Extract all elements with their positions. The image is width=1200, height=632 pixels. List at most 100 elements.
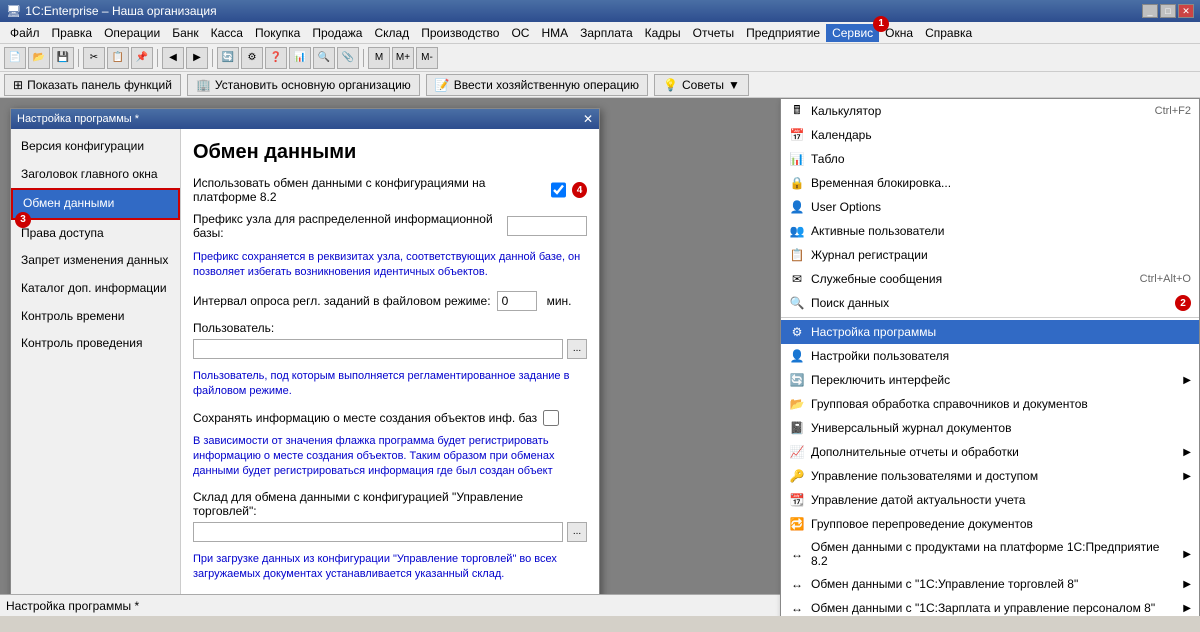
dialog-title: Настройка программы *	[17, 113, 139, 125]
show-panel-button[interactable]: ⊞ Показать панель функций	[4, 74, 181, 96]
menu-service[interactable]: Сервис 1	[826, 24, 879, 42]
left-item-exchange[interactable]: Обмен данными 3	[11, 188, 180, 220]
lock-icon: 🔒	[789, 175, 805, 191]
dm-user-settings[interactable]: 👤 Настройки пользователя	[781, 344, 1199, 368]
title-bar-text: 🖥 1C:Enterprise – Наша организация	[6, 4, 217, 18]
tablo-icon: 📊	[789, 151, 805, 167]
dm-active-users[interactable]: 👥 Активные пользователи	[781, 219, 1199, 243]
user-input[interactable]	[193, 339, 563, 359]
warehouse-browse-button[interactable]: ...	[567, 522, 587, 542]
prefix-row: Префикс узла для распределенной информац…	[193, 212, 587, 240]
dialog-close-button[interactable]: ✕	[583, 112, 593, 126]
menu-purchase[interactable]: Покупка	[249, 24, 306, 42]
dm-calculator[interactable]: 🖩 Калькулятор Ctrl+F2	[781, 99, 1199, 123]
universal-journal-icon: 📓	[789, 420, 805, 436]
dialog-body: Версия конфигурации Заголовок главного о…	[11, 129, 599, 616]
tb-extra2[interactable]: ⚙	[241, 47, 263, 69]
tb-copy[interactable]: 📋	[107, 47, 129, 69]
dm-search[interactable]: 🔍 Поиск данных 2	[781, 291, 1199, 315]
left-item-version[interactable]: Версия конфигурации	[11, 133, 180, 161]
main-area: Настройка программы * ✕ Версия конфигура…	[0, 98, 1200, 616]
menu-file[interactable]: Файл	[4, 24, 46, 42]
menu-edit[interactable]: Правка	[46, 24, 99, 42]
exchange1-icon: ↔	[789, 546, 805, 562]
tb-cut[interactable]: ✂	[83, 47, 105, 69]
dm-user-options[interactable]: 👤 User Options	[781, 195, 1199, 219]
menu-os[interactable]: ОС	[505, 24, 535, 42]
tb-mplus[interactable]: M+	[392, 47, 414, 69]
left-item-ban[interactable]: Запрет изменения данных	[11, 247, 180, 275]
dm-exchange3[interactable]: ↔ Обмен данными с "1С:Зарплата и управле…	[781, 596, 1199, 616]
menu-production[interactable]: Производство	[415, 24, 505, 42]
use-exchange-checkbox[interactable]	[551, 182, 566, 198]
tb-back[interactable]: ◀	[162, 47, 184, 69]
menu-reports[interactable]: Отчеты	[687, 24, 740, 42]
tb-new[interactable]: 📄	[4, 47, 26, 69]
tb-extra1[interactable]: 🔄	[217, 47, 239, 69]
menu-hr[interactable]: Кадры	[639, 24, 687, 42]
left-item-rights[interactable]: Права доступа	[11, 220, 180, 248]
org-icon: 🏢	[196, 78, 211, 92]
menu-warehouse[interactable]: Склад	[368, 24, 415, 42]
left-item-catalog[interactable]: Каталог доп. информации	[11, 275, 180, 303]
warehouse-input[interactable]	[193, 522, 563, 542]
user-label: Пользователь:	[193, 321, 274, 335]
save-info-row: Сохранять информацию о месте создания об…	[193, 410, 587, 426]
user-browse-button[interactable]: ...	[567, 339, 587, 359]
tb-save[interactable]: 💾	[52, 47, 74, 69]
interval-input[interactable]	[497, 291, 537, 311]
enter-operation-button[interactable]: 📝 Ввести хозяйственную операцию	[426, 74, 648, 96]
advice-icon: 💡	[663, 78, 678, 92]
dm-extra-reports[interactable]: 📈 Дополнительные отчеты и обработки ▶	[781, 440, 1199, 464]
minimize-button[interactable]: _	[1142, 4, 1158, 18]
maximize-button[interactable]: □	[1160, 4, 1176, 18]
menu-enterprise[interactable]: Предприятие	[740, 24, 826, 42]
menu-kassa[interactable]: Касса	[205, 24, 249, 42]
dm-group-process[interactable]: 📂 Групповая обработка справочников и док…	[781, 392, 1199, 416]
dm-messages-label: Служебные сообщения	[811, 272, 1134, 286]
left-item-header[interactable]: Заголовок главного окна	[11, 161, 180, 189]
set-org-button[interactable]: 🏢 Установить основную организацию	[187, 74, 420, 96]
active-users-icon: 👥	[789, 223, 805, 239]
save-info-checkbox[interactable]	[543, 410, 559, 426]
dm-user-access[interactable]: 🔑 Управление пользователями и доступом ▶	[781, 464, 1199, 488]
user-input-row: ...	[193, 339, 587, 359]
menu-help[interactable]: Справка	[919, 24, 978, 42]
tb-mminus[interactable]: M-	[416, 47, 438, 69]
tb-m[interactable]: M	[368, 47, 390, 69]
tb-extra4[interactable]: 📊	[289, 47, 311, 69]
dm-repost[interactable]: 🔁 Групповое перепроведение документов	[781, 512, 1199, 536]
dm-calendar[interactable]: 📅 Календарь	[781, 123, 1199, 147]
menu-bank[interactable]: Банк	[166, 24, 204, 42]
dm-exchange1[interactable]: ↔ Обмен данными с продуктами на платформ…	[781, 536, 1199, 572]
dm-switch-interface[interactable]: 🔄 Переключить интерфейс ▶	[781, 368, 1199, 392]
dm-date-management[interactable]: 📆 Управление датой актуальности учета	[781, 488, 1199, 512]
dm-tablo-label: Табло	[811, 152, 1191, 166]
menu-salary[interactable]: Зарплата	[574, 24, 639, 42]
tb-forward[interactable]: ▶	[186, 47, 208, 69]
tb-extra6[interactable]: 📎	[337, 47, 359, 69]
tb-open[interactable]: 📂	[28, 47, 50, 69]
left-item-time[interactable]: Контроль времени	[11, 303, 180, 331]
tb-sep4	[363, 49, 364, 67]
left-item-control[interactable]: Контроль проведения	[11, 330, 180, 358]
dm-tablo[interactable]: 📊 Табло	[781, 147, 1199, 171]
prefix-input[interactable]	[507, 216, 587, 236]
save-info-detail: В зависимости от значения флажка програм…	[193, 434, 587, 480]
dm-calendar-label: Календарь	[811, 128, 1191, 142]
tb-extra5[interactable]: 🔍	[313, 47, 335, 69]
advice-button[interactable]: 💡 Советы ▼	[654, 74, 749, 96]
dm-program-settings[interactable]: ⚙ Настройка программы	[781, 320, 1199, 344]
menu-operations[interactable]: Операции	[98, 24, 166, 42]
tb-paste[interactable]: 📌	[131, 47, 153, 69]
menu-nma[interactable]: НМА	[535, 24, 574, 42]
dm-log[interactable]: 📋 Журнал регистрации	[781, 243, 1199, 267]
dialog-titlebar: Настройка программы * ✕	[11, 109, 599, 129]
dm-exchange2[interactable]: ↔ Обмен данными с "1С:Управление торговл…	[781, 572, 1199, 596]
dm-universal-journal[interactable]: 📓 Универсальный журнал документов	[781, 416, 1199, 440]
tb-extra3[interactable]: ❓	[265, 47, 287, 69]
dm-lock[interactable]: 🔒 Временная блокировка...	[781, 171, 1199, 195]
close-button[interactable]: ✕	[1178, 4, 1194, 18]
menu-sale[interactable]: Продажа	[306, 24, 368, 42]
dm-messages[interactable]: ✉ Служебные сообщения Ctrl+Alt+O	[781, 267, 1199, 291]
